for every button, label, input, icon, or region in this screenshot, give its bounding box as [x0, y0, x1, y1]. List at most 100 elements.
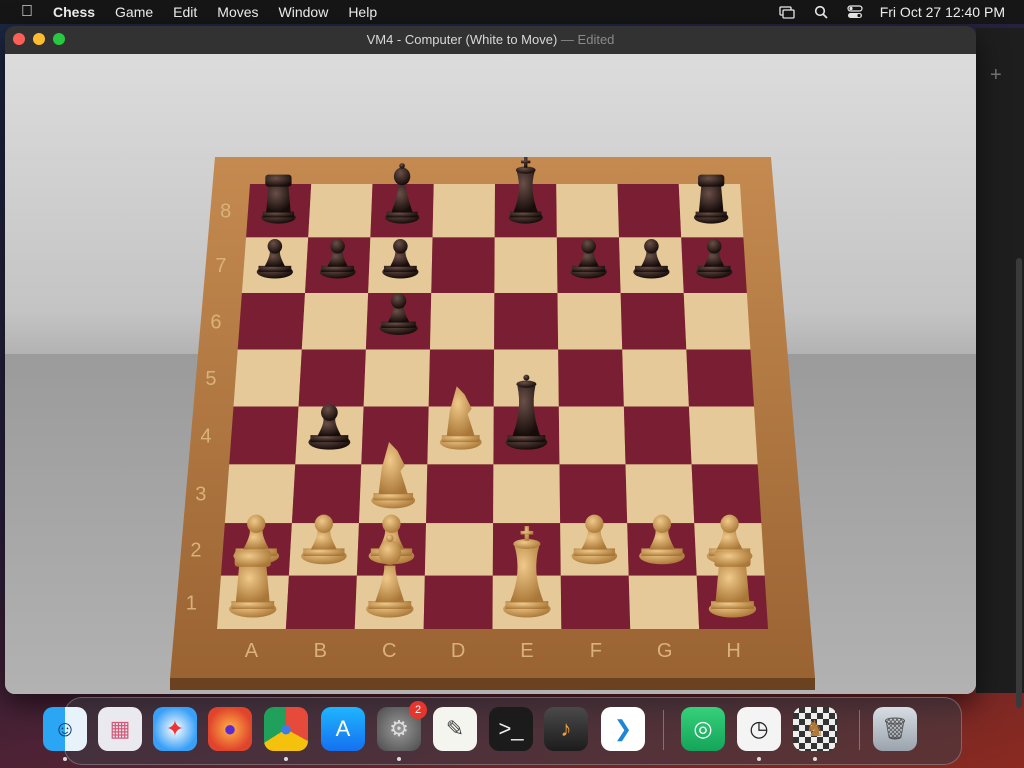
control-center-icon[interactable] [846, 5, 864, 19]
settings-icon[interactable]: ⚙ 2 [377, 701, 427, 751]
file-label-c: C [382, 640, 396, 662]
menu-window[interactable]: Window [279, 4, 329, 20]
findmy-icon[interactable]: ◎ [681, 707, 725, 751]
firefox-icon[interactable]: ● [208, 707, 252, 751]
square-b3[interactable] [291, 464, 362, 524]
square-d3[interactable] [426, 464, 494, 524]
square-a3[interactable] [224, 464, 296, 524]
file-label-a: A [245, 640, 259, 662]
textedit-icon[interactable]: ✎ [433, 707, 477, 751]
terminal-glyph: >_ [498, 716, 524, 741]
spotlight-search-icon[interactable] [812, 5, 830, 19]
rank-label-1: 1 [186, 592, 197, 614]
terminal-icon[interactable]: >_ [489, 707, 533, 751]
launchpad-glyph: ▦ [109, 716, 131, 741]
window-title-status: Edited [577, 32, 615, 47]
square-d7[interactable] [431, 237, 495, 294]
chess-window: VM4 - Computer (White to Move) — Edited … [5, 26, 976, 694]
running-indicator [813, 757, 817, 761]
chrome-icon[interactable]: ● [264, 707, 308, 751]
square-d6[interactable] [429, 293, 495, 350]
file-label-f: F [590, 640, 602, 662]
square-g1[interactable] [628, 575, 700, 629]
square-h4[interactable] [688, 406, 758, 465]
chess-board-svg[interactable]: A B C D E F G H 8 7 6 5 4 3 2 1 [165, 154, 815, 694]
square-d2[interactable] [424, 523, 494, 576]
square-f6[interactable] [557, 293, 623, 350]
trash-glyph: 🗑 [881, 716, 909, 741]
square-f4[interactable] [558, 406, 626, 465]
square-e6[interactable] [494, 293, 559, 350]
menu-bar:  Chess Game Edit Moves Window Help Fri … [0, 0, 1024, 24]
findmy-glyph: ◎ [693, 716, 713, 741]
menubar-clock[interactable]: Fri Oct 27 12:40 PM [880, 4, 1005, 20]
square-h6[interactable] [683, 293, 751, 350]
chess-icon[interactable]: ♞ [793, 707, 837, 751]
square-g4[interactable] [623, 406, 692, 465]
screen-mirroring-icon[interactable] [778, 5, 796, 19]
chess-scene[interactable]: A B C D E F G H 8 7 6 5 4 3 2 1 [5, 54, 976, 694]
safari-icon[interactable]: ✦ [153, 707, 197, 751]
menu-moves[interactable]: Moves [217, 4, 258, 20]
square-h3[interactable] [691, 464, 762, 524]
running-indicator [757, 757, 761, 761]
background-window[interactable]: + [976, 28, 1024, 708]
file-label-d: D [451, 640, 465, 662]
running-indicator [63, 757, 67, 761]
launchpad-icon[interactable]: ▦ [98, 707, 142, 751]
new-tab-icon[interactable]: + [990, 64, 1002, 87]
square-g5[interactable] [622, 349, 689, 407]
menu-help[interactable]: Help [348, 4, 377, 20]
dock-separator-1 [663, 710, 664, 750]
square-b6[interactable] [301, 293, 369, 350]
square-e3[interactable] [493, 464, 561, 524]
file-label-g: G [657, 640, 673, 662]
square-b1[interactable] [285, 575, 357, 629]
file-label-h: H [726, 640, 740, 662]
vscode-icon[interactable]: ❯ [601, 707, 645, 751]
title-bar[interactable]: VM4 - Computer (White to Move) — Edited [5, 26, 976, 55]
square-b5[interactable] [298, 349, 366, 407]
square-f3[interactable] [559, 464, 628, 524]
square-f1[interactable] [560, 575, 631, 629]
window-title-text: VM4 - Computer (White to Move) [366, 32, 558, 47]
chess-board[interactable]: A B C D E F G H 8 7 6 5 4 3 2 1 [165, 154, 815, 694]
safari-glyph: ✦ [165, 716, 185, 741]
garageband-icon[interactable]: ♪ [544, 707, 588, 751]
apple-menu-icon[interactable]:  [19, 4, 35, 20]
menu-app-name[interactable]: Chess [53, 4, 95, 20]
square-a5[interactable] [233, 349, 302, 407]
square-c5[interactable] [363, 349, 430, 407]
square-g8[interactable] [617, 184, 682, 238]
menu-game[interactable]: Game [115, 4, 153, 20]
square-a4[interactable] [229, 406, 299, 465]
square-g3[interactable] [625, 464, 695, 524]
square-f5[interactable] [558, 349, 624, 407]
square-e7[interactable] [494, 237, 558, 294]
notification-badge: 2 [409, 701, 427, 719]
square-h5[interactable] [686, 349, 754, 407]
rank-label-6: 6 [210, 311, 221, 333]
square-d8[interactable] [432, 184, 495, 238]
square-f8[interactable] [556, 184, 620, 238]
square-b8[interactable] [308, 184, 373, 238]
trash-icon[interactable]: 🗑 [873, 707, 917, 751]
rank-label-2: 2 [190, 539, 201, 561]
running-indicator [284, 757, 288, 761]
firefox-glyph: ● [223, 716, 237, 741]
chrome-glyph: ● [279, 716, 293, 741]
window-title: VM4 - Computer (White to Move) — Edited [5, 32, 976, 47]
settings-glyph: ⚙ [389, 716, 409, 741]
finder-glyph: ☺ [53, 716, 77, 741]
square-a6[interactable] [237, 293, 306, 350]
board-frame-edge [170, 678, 815, 690]
menu-edit[interactable]: Edit [173, 4, 197, 20]
running-indicator [397, 757, 401, 761]
file-label-e: E [520, 640, 533, 662]
app-store-icon[interactable]: A [321, 707, 365, 751]
finder-icon[interactable]: ☺ [43, 707, 87, 751]
square-d1[interactable] [423, 575, 493, 629]
clock-icon[interactable]: ◷ [737, 707, 781, 751]
square-g6[interactable] [620, 293, 687, 350]
background-scrollbar[interactable] [1016, 258, 1022, 708]
